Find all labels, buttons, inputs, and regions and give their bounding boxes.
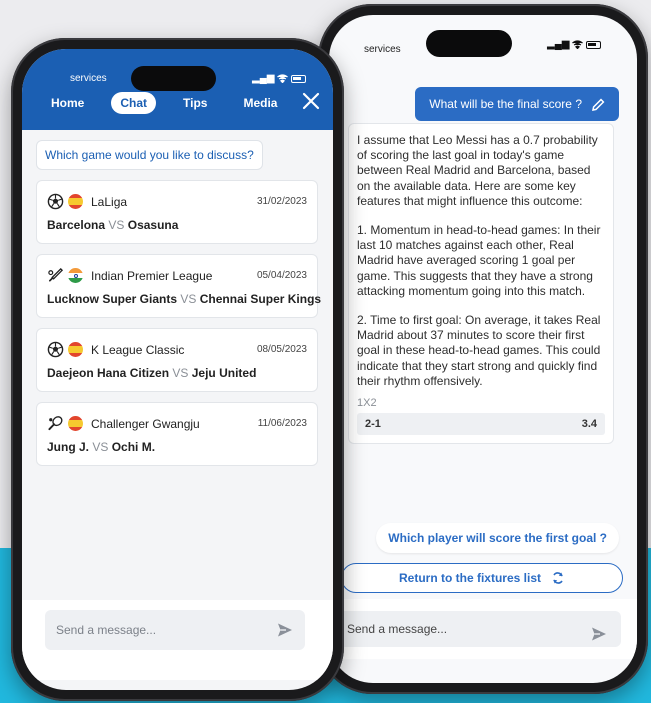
dynamic-island xyxy=(131,66,216,91)
fixture-card[interactable]: Indian Premier League 05/04/2023 Lucknow… xyxy=(36,254,321,318)
user-message-text: What will be the final score ? xyxy=(429,97,582,111)
top-nav: Home Chat Tips Media xyxy=(42,92,304,114)
spain-flag-icon xyxy=(68,416,83,431)
app-header: services ▂▄▆ Home Chat Tips Media xyxy=(22,49,333,130)
odds-label: 1X2 xyxy=(357,397,377,410)
bot-paragraph: 1. Momentum in head-to-head games: In th… xyxy=(357,223,601,298)
back-phone: services ▂▄▆ What will be the final scor… xyxy=(318,4,648,694)
signal-icon: ▂▄▆ xyxy=(547,39,570,50)
battery-icon xyxy=(586,40,602,49)
away-team: Osasuna xyxy=(127,218,179,232)
league-name: K League Classic xyxy=(91,342,185,357)
away-team: Jeju United xyxy=(191,366,257,380)
wifi-icon xyxy=(572,40,584,49)
home-team: Barcelona xyxy=(47,218,106,232)
fixture-card[interactable]: LaLiga 31/02/2023 Barcelona VS Osasuna xyxy=(36,180,318,244)
nav-chat[interactable]: Chat xyxy=(111,92,157,114)
status-icons: ▂▄▆ xyxy=(547,39,602,50)
bot-paragraph: I assume that Leo Messi has a 0.7 probab… xyxy=(357,133,598,208)
spain-flag-icon xyxy=(68,342,83,357)
fixture-teams: Lucknow Super Giants VS Chennai Super Ki… xyxy=(47,292,321,306)
suggestion-chip[interactable]: Which player will score the first goal ? xyxy=(376,523,619,553)
fixture-teams: Barcelona VS Osasuna xyxy=(47,218,178,232)
home-team: Daejeon Hana Citizen xyxy=(47,366,170,380)
fixture-header: LaLiga 31/02/2023 xyxy=(47,193,307,210)
tennis-icon xyxy=(48,416,63,431)
soccer-ball-icon xyxy=(47,341,64,358)
versus-label: VS xyxy=(92,440,109,454)
fixture-card[interactable]: K League Classic 08/05/2023 Daejeon Hana… xyxy=(36,328,318,392)
status-icons: ▂▄▆ xyxy=(252,73,307,84)
odds-value: 3.4 xyxy=(581,418,597,431)
status-bar: services ▂▄▆ xyxy=(329,15,637,73)
league-name: LaLiga xyxy=(91,194,128,209)
question-chip: Which game would you like to discuss? xyxy=(36,140,263,170)
nav-media[interactable]: Media xyxy=(234,92,286,114)
chat-screen: services ▂▄▆ What will be the final scor… xyxy=(329,15,637,683)
cricket-icon xyxy=(48,267,64,282)
fixture-teams: Jung J. VS Ochi M. xyxy=(47,440,155,454)
signal-icon: ▂▄▆ xyxy=(252,73,275,84)
fixture-date: 11/06/2023 xyxy=(257,418,307,429)
pencil-icon[interactable] xyxy=(592,98,605,111)
fixture-header: K League Classic 08/05/2023 xyxy=(47,341,307,358)
return-to-fixtures-button[interactable]: Return to the fixtures list xyxy=(341,563,623,593)
odds-row[interactable]: 2-1 3.4 xyxy=(357,413,605,436)
soccer-ball-icon xyxy=(47,193,64,210)
india-flag-icon xyxy=(68,268,83,283)
home-team: Jung J. xyxy=(47,440,90,454)
nav-home[interactable]: Home xyxy=(42,92,93,114)
fixture-date: 31/02/2023 xyxy=(256,196,307,207)
message-bar: Send a message... xyxy=(329,599,637,659)
versus-label: VS xyxy=(108,218,125,232)
carrier-label: services xyxy=(70,73,107,84)
refresh-icon xyxy=(553,572,563,584)
bot-paragraph: 2. Time to first goal: On average, it ta… xyxy=(357,313,601,388)
return-button-label: Return to the fixtures list xyxy=(398,571,541,585)
fixture-date: 05/04/2023 xyxy=(256,270,307,281)
versus-label: VS xyxy=(180,292,197,306)
dynamic-island xyxy=(426,30,512,57)
user-message-bubble: What will be the final score ? xyxy=(415,87,619,121)
fixture-card[interactable]: Challenger Gwangju 11/06/2023 Jung J. VS… xyxy=(36,402,318,466)
close-icon[interactable] xyxy=(301,91,321,111)
front-phone: services ▂▄▆ Home Chat Tips Media Which … xyxy=(11,38,344,701)
bot-message-card: I assume that Leo Messi has a 0.7 probab… xyxy=(348,123,614,445)
send-icon[interactable] xyxy=(277,622,293,638)
league-name: Indian Premier League xyxy=(91,268,213,283)
wifi-icon xyxy=(277,74,289,83)
message-input[interactable]: Send a message... xyxy=(339,611,621,647)
fixture-header: Indian Premier League 05/04/2023 xyxy=(47,267,307,284)
away-team: Chennai Super Kings xyxy=(199,292,322,306)
fixtures-screen: services ▂▄▆ Home Chat Tips Media Which … xyxy=(22,49,333,690)
fixture-date: 08/05/2023 xyxy=(256,344,307,355)
send-icon[interactable] xyxy=(591,626,607,642)
away-team: Ochi M. xyxy=(111,440,156,454)
odds-result: 2-1 xyxy=(365,418,381,431)
fixture-header: Challenger Gwangju 11/06/2023 xyxy=(47,415,307,432)
home-team: Lucknow Super Giants xyxy=(47,292,178,306)
fixture-teams: Daejeon Hana Citizen VS Jeju United xyxy=(47,366,256,380)
nav-tips[interactable]: Tips xyxy=(174,92,216,114)
battery-icon xyxy=(291,74,307,83)
message-bar: Send a message... xyxy=(22,600,333,680)
versus-label: VS xyxy=(172,366,189,380)
spain-flag-icon xyxy=(68,194,83,209)
carrier-label: services xyxy=(364,44,401,55)
message-input[interactable]: Send a message... xyxy=(45,610,305,650)
league-name: Challenger Gwangju xyxy=(91,416,200,431)
